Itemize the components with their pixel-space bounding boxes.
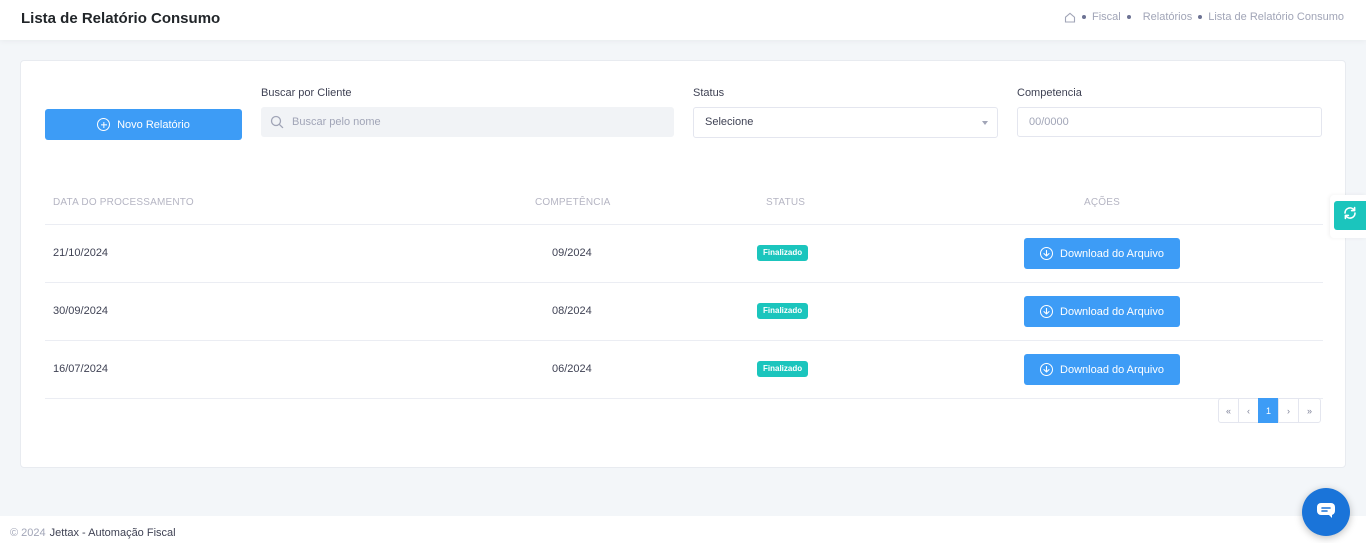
breadcrumb-separator: [1126, 15, 1131, 19]
download-circle-icon: [1040, 247, 1054, 260]
footer-brand-link[interactable]: Jettax - Automação Fiscal: [50, 527, 176, 539]
client-search-field[interactable]: [261, 107, 674, 137]
competencia-value: 06/2024: [552, 363, 592, 375]
top-bar: Lista de Relatório Consumo Fiscal Relató…: [0, 0, 1366, 40]
table-row: 16/07/2024 06/2024 Finalizado Download d…: [45, 341, 1323, 399]
home-icon[interactable]: [1064, 12, 1076, 23]
side-panel-toggle[interactable]: [1334, 201, 1366, 230]
pagination-prev[interactable]: ‹: [1238, 398, 1259, 423]
footer-copyright: © 2024 Jettax - Automação Fiscal: [10, 527, 176, 539]
breadcrumb: Fiscal Relatórios Lista de Relatório Con…: [1064, 11, 1344, 23]
pagination-last[interactable]: »: [1298, 398, 1321, 423]
report-card: Novo Relatório Buscar por Cliente Status…: [20, 60, 1346, 468]
breadcrumb-item-fiscal[interactable]: Fiscal: [1092, 11, 1121, 23]
status-select-value: Selecione: [705, 116, 754, 128]
processing-date: 30/09/2024: [53, 305, 109, 317]
download-button-label: Download do Arquivo: [1060, 247, 1164, 260]
breadcrumb-separator: [1198, 15, 1203, 19]
pagination-page-1[interactable]: 1: [1258, 398, 1279, 423]
footer: © 2024 Jettax - Automação Fiscal: [0, 516, 1366, 543]
plus-circle-icon: [97, 118, 111, 131]
breadcrumb-item-relatorios[interactable]: Relatórios: [1143, 11, 1193, 23]
breadcrumb-item-current: Lista de Relatório Consumo: [1208, 11, 1344, 23]
table-row: 21/10/2024 09/2024 Finalizado Download d…: [45, 225, 1323, 283]
chat-icon: [1315, 501, 1337, 524]
search-icon: [270, 115, 284, 134]
chevron-down-icon: [982, 121, 988, 125]
page-title: Lista de Relatório Consumo: [21, 10, 221, 27]
pagination: « ‹ 1 › »: [1218, 398, 1321, 423]
status-badge: Finalizado: [757, 361, 809, 377]
breadcrumb-separator: [1081, 15, 1086, 19]
pagination-first[interactable]: «: [1218, 398, 1239, 423]
download-file-button[interactable]: Download do Arquivo: [1024, 354, 1180, 385]
download-button-label: Download do Arquivo: [1060, 305, 1164, 318]
table-header: DATA DO PROCESSAMENTO COMPETÊNCIA STATUS…: [45, 187, 1323, 225]
competencia-input[interactable]: [1029, 108, 1309, 136]
processing-date: 21/10/2024: [53, 247, 109, 259]
chat-launcher-button[interactable]: [1302, 488, 1350, 536]
status-filter-label: Status: [693, 87, 725, 99]
download-file-button[interactable]: Download do Arquivo: [1024, 238, 1180, 269]
column-header-actions: AÇÕES: [1084, 197, 1121, 208]
copyright-year: © 2024: [10, 527, 46, 539]
processing-date: 16/07/2024: [53, 363, 109, 375]
status-badge: Finalizado: [757, 245, 809, 261]
status-select[interactable]: Selecione: [693, 107, 998, 138]
download-button-label: Download do Arquivo: [1060, 363, 1164, 376]
column-header-date[interactable]: DATA DO PROCESSAMENTO: [53, 197, 194, 208]
pagination-next[interactable]: ›: [1278, 398, 1299, 423]
download-file-button[interactable]: Download do Arquivo: [1024, 296, 1180, 327]
competencia-value: 08/2024: [552, 305, 592, 317]
column-header-competencia[interactable]: COMPETÊNCIA: [535, 197, 611, 208]
status-badge: Finalizado: [757, 303, 809, 319]
competencia-filter-label: Competencia: [1017, 87, 1082, 99]
refresh-icon: [1342, 205, 1358, 226]
competencia-value: 09/2024: [552, 247, 592, 259]
competencia-field[interactable]: [1017, 107, 1322, 137]
client-search-input[interactable]: [292, 107, 662, 137]
new-report-label: Novo Relatório: [117, 118, 190, 131]
column-header-status[interactable]: STATUS: [766, 197, 805, 208]
client-filter-label: Buscar por Cliente: [261, 87, 352, 99]
table-row: 30/09/2024 08/2024 Finalizado Download d…: [45, 283, 1323, 341]
download-circle-icon: [1040, 305, 1054, 318]
new-report-button[interactable]: Novo Relatório: [45, 109, 242, 140]
download-circle-icon: [1040, 363, 1054, 376]
